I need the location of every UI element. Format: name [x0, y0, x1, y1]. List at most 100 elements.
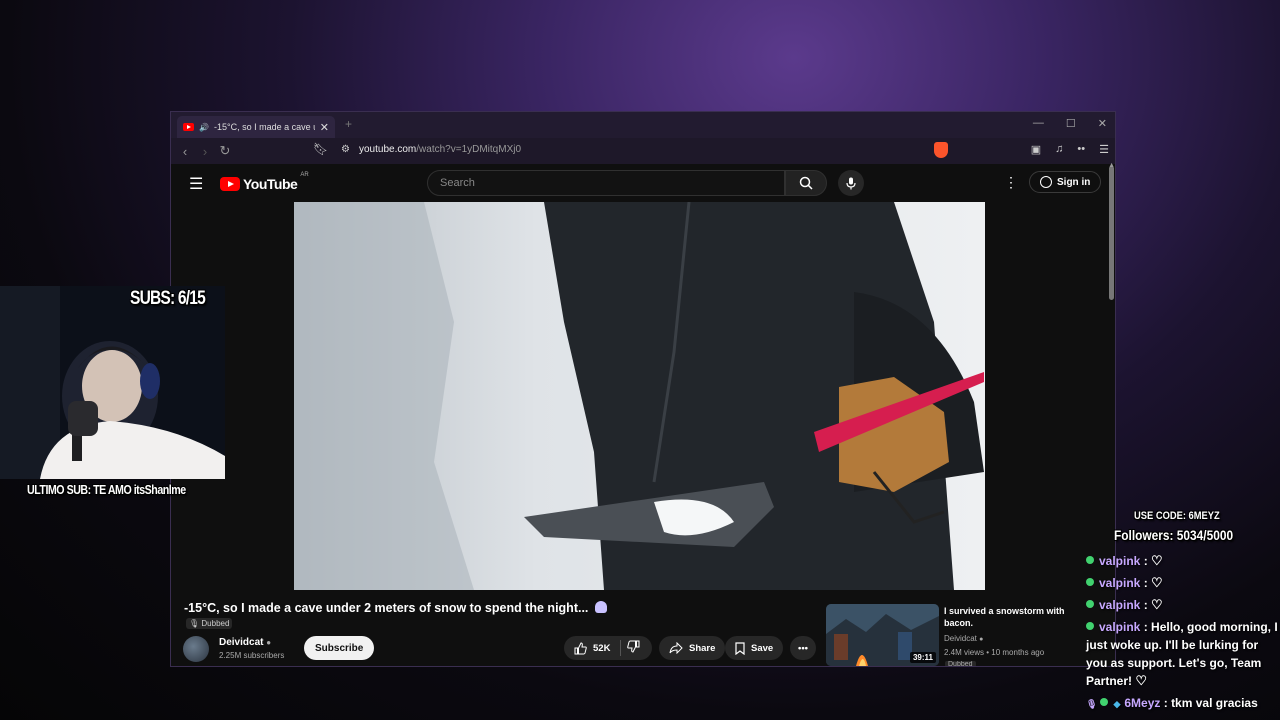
address-bar: ‹ › ↻ 🔖︎ ⚙︎ youtube.com/watch?v=1yDMitqM…	[171, 138, 1115, 164]
thumbs-up-icon	[574, 641, 587, 654]
subs-goal-text: SUBS: 6/15	[130, 288, 206, 309]
webcam-image	[0, 286, 225, 479]
bookmark-save-icon	[735, 641, 745, 655]
heart-icon: ♡	[1151, 575, 1163, 590]
subscribe-button[interactable]: Subscribe	[304, 636, 375, 660]
sign-in-label: Sign in	[1057, 176, 1091, 188]
chat-username: 6Meyz	[1124, 696, 1161, 710]
menu-icon[interactable]: ☰	[1099, 143, 1109, 156]
like-dislike-group: 52K	[564, 636, 652, 660]
recommended-video-meta: 2.4M views • 10 months ago	[944, 648, 1045, 657]
share-icon	[669, 642, 683, 654]
back-icon[interactable]: ‹	[175, 144, 195, 159]
youtube-header: ☰ YouTube AR ⋮ Sign in	[171, 164, 1115, 200]
chat-username: valpink	[1099, 554, 1141, 568]
chat-message: valpink : ♡	[1086, 596, 1278, 614]
youtube-play-icon	[220, 177, 240, 191]
chat-badge-icon	[1086, 578, 1094, 586]
verified-icon: ●	[979, 636, 984, 643]
chat-badge-icon	[1100, 698, 1109, 706]
save-label: Save	[751, 642, 774, 654]
speaker-icon[interactable]: 🔊	[199, 123, 209, 132]
microphone-icon	[846, 177, 856, 189]
new-tab-button[interactable]: +	[345, 117, 352, 131]
search-icon	[799, 176, 813, 190]
minimize-icon[interactable]: —	[1033, 117, 1044, 130]
last-sub-text: ULTIMO SUB: TE AMO itsShanlme	[27, 482, 186, 497]
chat-username: valpink	[1099, 598, 1141, 612]
search-button[interactable]	[785, 170, 827, 196]
like-button[interactable]: 52K	[574, 641, 611, 655]
hamburger-menu-icon[interactable]: ☰	[189, 174, 203, 194]
share-label: Share	[689, 642, 716, 654]
save-button[interactable]: Save	[725, 636, 784, 660]
browser-tab-youtube[interactable]: 🔊 -15°C, so I made a cave under 2 meters…	[177, 116, 335, 138]
dislike-button[interactable]	[627, 640, 640, 656]
heart-icon: ♡	[1151, 553, 1163, 568]
heart-icon: ♡	[1151, 597, 1163, 612]
chat-text: tkm val gracias	[1171, 696, 1258, 710]
search-input[interactable]	[428, 171, 782, 195]
recommended-video-title[interactable]: I survived a snowstorm with bacon.	[944, 605, 1084, 629]
chat-badge-icon	[1086, 622, 1094, 630]
more-horizontal-icon: •••	[798, 642, 808, 654]
logo-text: YouTube	[243, 176, 298, 192]
reload-icon[interactable]: ↻	[215, 143, 235, 159]
channel-avatar[interactable]	[183, 636, 209, 662]
address-bar-actions: ▣ ♫ •• ☰	[1031, 143, 1109, 156]
sign-in-button[interactable]: Sign in	[1029, 171, 1102, 193]
webcam-feed	[0, 286, 225, 479]
window-controls: — ☐ ✕	[1033, 117, 1107, 130]
search-box	[427, 170, 785, 196]
url-field[interactable]: youtube.com/watch?v=1yDMitqMXj0	[359, 144, 521, 155]
subscriber-count: 2.25M subscribers	[219, 651, 285, 660]
dubbed-icon: 🎙︎	[189, 619, 200, 628]
like-count: 52K	[593, 642, 611, 654]
brave-shields-icon[interactable]	[934, 142, 948, 158]
share-button[interactable]: Share	[659, 636, 726, 660]
use-code-text: USE CODE: 6MEYZ	[1134, 510, 1220, 522]
chat-message: valpink : ♡	[1086, 552, 1278, 570]
country-code: AR	[300, 172, 309, 178]
video-title-text: -15°C, so I made a cave under 2 meters o…	[184, 601, 589, 615]
tab-close-icon[interactable]: ✕	[320, 121, 329, 134]
video-frame	[294, 202, 985, 590]
recommended-video-thumbnail[interactable]: 39:11	[826, 604, 939, 666]
recommended-channel-name[interactable]: Deividcat ●	[944, 634, 983, 643]
voice-search-button[interactable]	[838, 170, 864, 196]
followers-goal-text: Followers: 5034/5000	[1114, 527, 1234, 543]
settings-kebab-icon[interactable]: ⋮	[1004, 174, 1018, 191]
video-player[interactable]	[294, 202, 985, 590]
forward-icon[interactable]: ›	[195, 144, 215, 159]
media-icon[interactable]: ♫	[1055, 143, 1063, 156]
cube-badge-icon: ◆	[1113, 699, 1121, 709]
stream-chat: valpink : ♡ valpink : ♡ valpink : ♡ valp…	[1086, 552, 1278, 717]
browser-window: 🔊 -15°C, so I made a cave under 2 meters…	[170, 111, 1116, 667]
close-window-icon[interactable]: ✕	[1098, 117, 1107, 130]
chat-badge-icon	[1086, 600, 1094, 608]
verified-icon: ●	[266, 638, 272, 647]
scroll-up-icon[interactable]: ▲	[1108, 162, 1115, 169]
tab-bar: 🔊 -15°C, so I made a cave under 2 meters…	[171, 112, 1115, 138]
ghost-emoji-icon	[594, 601, 607, 613]
video-title: -15°C, so I made a cave under 2 meters o…	[184, 601, 607, 615]
chat-badge-icon	[1086, 556, 1094, 564]
account-icon	[1040, 176, 1052, 188]
mic-badge-icon: 🎙︎	[1086, 699, 1098, 709]
more-actions-button[interactable]: •••	[790, 636, 816, 660]
bookmark-icon[interactable]: 🔖︎	[313, 142, 328, 156]
youtube-favicon-icon	[183, 123, 194, 131]
video-duration: 39:11	[909, 652, 936, 663]
chat-message: valpink : ♡	[1086, 574, 1278, 592]
page-scrollbar[interactable]	[1109, 166, 1114, 300]
channel-name[interactable]: Deividcat ●	[219, 637, 271, 648]
tab-title: -15°C, so I made a cave under 2 meters o…	[213, 122, 315, 132]
heart-icon: ♡	[1135, 673, 1148, 688]
youtube-logo[interactable]: YouTube AR	[220, 172, 309, 192]
extensions-icon[interactable]: ••	[1077, 143, 1085, 156]
chat-message: 🎙︎ ◆ 6Meyz : tkm val gracias	[1086, 696, 1258, 710]
site-settings-icon[interactable]: ⚙︎	[341, 144, 350, 155]
recommended-dubbed-badge: Dubbed	[945, 661, 976, 666]
maximize-icon[interactable]: ☐	[1066, 117, 1076, 130]
wallet-icon[interactable]: ▣	[1031, 143, 1041, 156]
